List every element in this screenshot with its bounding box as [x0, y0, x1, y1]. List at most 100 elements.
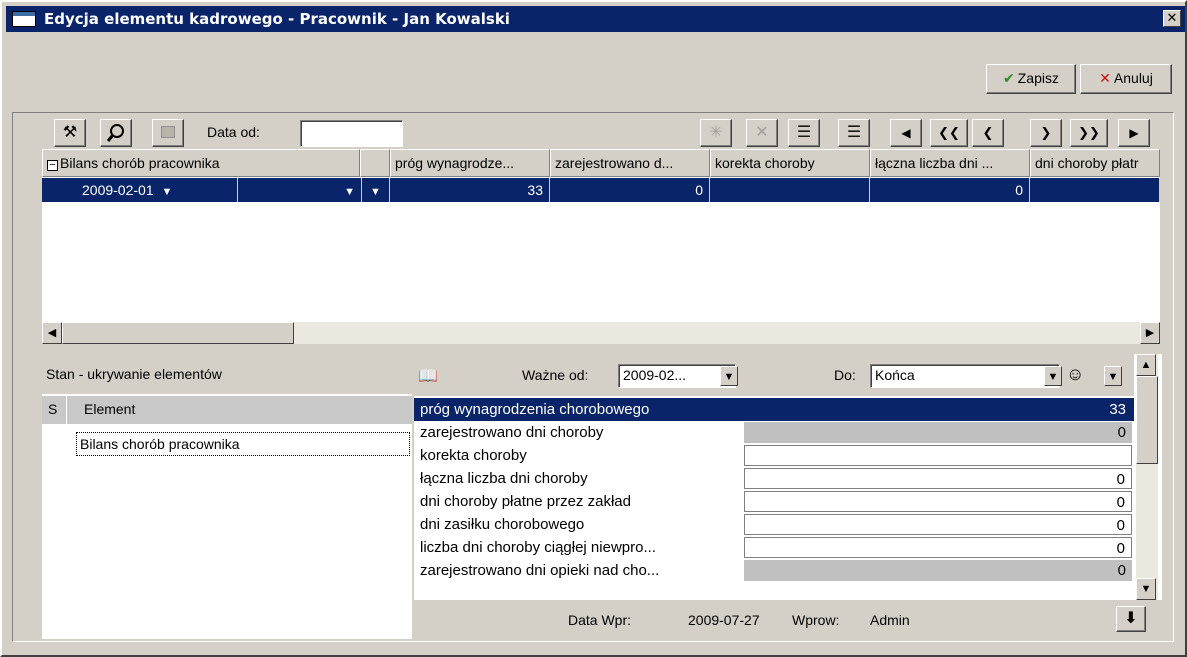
edit-window: Edycja elementu kadrowego - Pracownik - … [0, 0, 1187, 657]
field-row[interactable]: dni choroby płatne przez zakład 0 [414, 490, 1134, 513]
chevron-down-icon[interactable]: ▼ [1104, 366, 1122, 386]
chevron-down-icon[interactable]: ▼ [344, 186, 355, 198]
scroll-thumb[interactable] [62, 322, 294, 344]
row-cell[interactable]: 0 [870, 178, 1030, 202]
double-chevron-right-icon: ❯❯ [1078, 125, 1100, 140]
horizontal-scrollbar[interactable]: ◀ ▶ [42, 322, 1160, 344]
nav-first-page-button[interactable]: ◀ [890, 119, 922, 147]
new-record-button[interactable]: ✳ [700, 119, 732, 147]
title-bar[interactable]: Edycja elementu kadrowego - Pracownik - … [6, 6, 1185, 32]
chevron-down-icon[interactable]: ▼ [720, 366, 738, 386]
row-combo-cell-2[interactable]: ▼ [362, 178, 390, 202]
table-row[interactable]: 2009-02-01 ▼ ▼ ▼ 33 0 0 [42, 178, 1160, 202]
scroll-down-arrow-icon[interactable]: ▼ [1136, 578, 1156, 600]
row-cell[interactable]: 0 [550, 178, 710, 202]
tools-button[interactable]: ⚒ [54, 119, 86, 147]
field-value[interactable]: 0 [744, 422, 1132, 443]
state-column-label: S [48, 401, 58, 417]
nav-forward-button[interactable]: ❯❯ [1070, 119, 1108, 147]
close-icon[interactable]: ✕ [1163, 10, 1181, 27]
delete-record-button[interactable]: ✕ [746, 119, 778, 147]
scroll-left-arrow-icon[interactable]: ◀ [42, 322, 62, 344]
add-row-button[interactable]: ☰ [788, 119, 820, 147]
book-icon[interactable]: 📖 [418, 366, 438, 386]
column-header-threshold[interactable]: próg wynagrodze... [390, 149, 550, 177]
chevron-down-icon[interactable]: ▼ [370, 186, 381, 198]
cancel-button[interactable]: ✕ Anuluj [1080, 64, 1172, 94]
triangle-left-icon: ◀ [901, 126, 911, 140]
down-arrow-button[interactable]: ⬇ [1116, 606, 1146, 632]
to-input[interactable]: Końca [870, 364, 1060, 388]
double-chevron-left-icon: ❮❮ [938, 125, 960, 140]
field-label: liczba dni choroby ciągłej niewpro... [420, 539, 656, 556]
scroll-thumb[interactable] [1136, 376, 1158, 464]
field-label: dni choroby płatne przez zakład [420, 493, 631, 510]
chevron-down-icon[interactable]: ▼ [162, 186, 173, 198]
field-value[interactable]: 0 [744, 560, 1132, 581]
row-date-cell[interactable]: 2009-02-01 ▼ [42, 178, 238, 202]
list-add-icon: ☰ [796, 124, 812, 141]
nav-last-page-button[interactable]: ▶ [1118, 119, 1150, 147]
column-header-correction[interactable]: korekta choroby [710, 149, 870, 177]
field-value[interactable]: 33 [744, 399, 1132, 420]
save-button[interactable]: ✔ Zapisz [986, 64, 1076, 94]
cross-icon: ✕ [755, 124, 769, 141]
visibility-columns-header: S Element [42, 396, 412, 424]
field-value[interactable] [744, 445, 1132, 466]
chevron-left-icon: ❮ [982, 125, 994, 140]
entered-by-label: Wprow: [792, 612, 840, 628]
field-row[interactable]: korekta choroby [414, 444, 1134, 467]
person-icon[interactable]: ☺ [1066, 364, 1084, 385]
field-value[interactable]: 0 [744, 491, 1132, 512]
collapse-icon[interactable]: − [47, 160, 58, 171]
cancel-label: Anuluj [1113, 70, 1153, 86]
field-row[interactable]: zarejestrowano dni choroby 0 [414, 421, 1134, 444]
row-cell[interactable] [1030, 178, 1160, 202]
nav-next-button[interactable]: ❯ [1030, 119, 1062, 147]
field-label: zarejestrowano dni choroby [420, 424, 604, 441]
row-cell[interactable] [710, 178, 870, 202]
x-icon: ✕ [1099, 70, 1111, 86]
visibility-pane-title: Stan - ukrywanie elementów [46, 366, 222, 382]
column-header-total[interactable]: łączna liczba dni ... [870, 149, 1030, 177]
list-item[interactable]: Bilans chorób pracownika [76, 432, 410, 456]
chevron-down-icon[interactable]: ▼ [1044, 366, 1062, 386]
scroll-up-arrow-icon[interactable]: ▲ [1136, 354, 1156, 376]
valid-from-input[interactable]: 2009-02... [618, 364, 736, 388]
date-from-input[interactable] [300, 120, 403, 147]
field-row[interactable]: liczba dni choroby ciągłej niewpro... 0 [414, 536, 1134, 559]
field-label: łączna liczba dni choroby [420, 470, 588, 487]
field-value[interactable]: 0 [744, 514, 1132, 535]
entry-date-label: Data Wpr: [568, 612, 632, 628]
nav-prev-button[interactable]: ❮ [972, 119, 1004, 147]
field-row[interactable]: dni zasiłku chorobowego 0 [414, 513, 1134, 536]
field-value[interactable]: 0 [744, 468, 1132, 489]
nav-rewind-button[interactable]: ❮❮ [930, 119, 968, 147]
blank-button[interactable] [152, 119, 184, 147]
field-row[interactable]: łączna liczba dni choroby 0 [414, 467, 1134, 490]
field-row[interactable]: próg wynagrodzenia chorobowego 33 [414, 398, 1134, 421]
window-title: Edycja elementu kadrowego - Pracownik - … [44, 10, 510, 28]
field-row[interactable]: zarejestrowano dni opieki nad cho... 0 [414, 559, 1134, 582]
list-remove-icon: ☰ [846, 124, 862, 141]
field-label: zarejestrowano dni opieki nad cho... [420, 562, 660, 579]
list-item-label: Bilans chorób pracownika [80, 436, 240, 452]
detail-header: 📖 Ważne od: 2009-02... ▼ Do: Końca ▼ ☺ ▼ [414, 354, 1134, 396]
column-header-paid-days[interactable]: dni choroby płatr [1030, 149, 1160, 177]
tree-column-title: Bilans chorób pracownika [60, 155, 220, 171]
row-combo-cell[interactable]: ▼ [238, 178, 362, 202]
window-icon [12, 11, 36, 27]
tree-column-header[interactable]: − Bilans chorób pracownika [42, 149, 360, 177]
search-button[interactable] [100, 119, 132, 147]
remove-row-button[interactable]: ☰ [838, 119, 870, 147]
valid-from-value: 2009-02... [623, 367, 687, 383]
entered-by-value: Admin [870, 612, 910, 628]
field-value[interactable]: 0 [744, 537, 1132, 558]
blank-icon [161, 126, 175, 138]
chevron-right-icon: ❯ [1040, 125, 1052, 140]
scroll-right-arrow-icon[interactable]: ▶ [1140, 322, 1160, 344]
search-icon [106, 124, 124, 142]
row-cell[interactable]: 33 [390, 178, 550, 202]
column-header-registered[interactable]: zarejestrowano d... [550, 149, 710, 177]
vertical-scrollbar[interactable]: ▲ ▼ [1136, 354, 1158, 600]
